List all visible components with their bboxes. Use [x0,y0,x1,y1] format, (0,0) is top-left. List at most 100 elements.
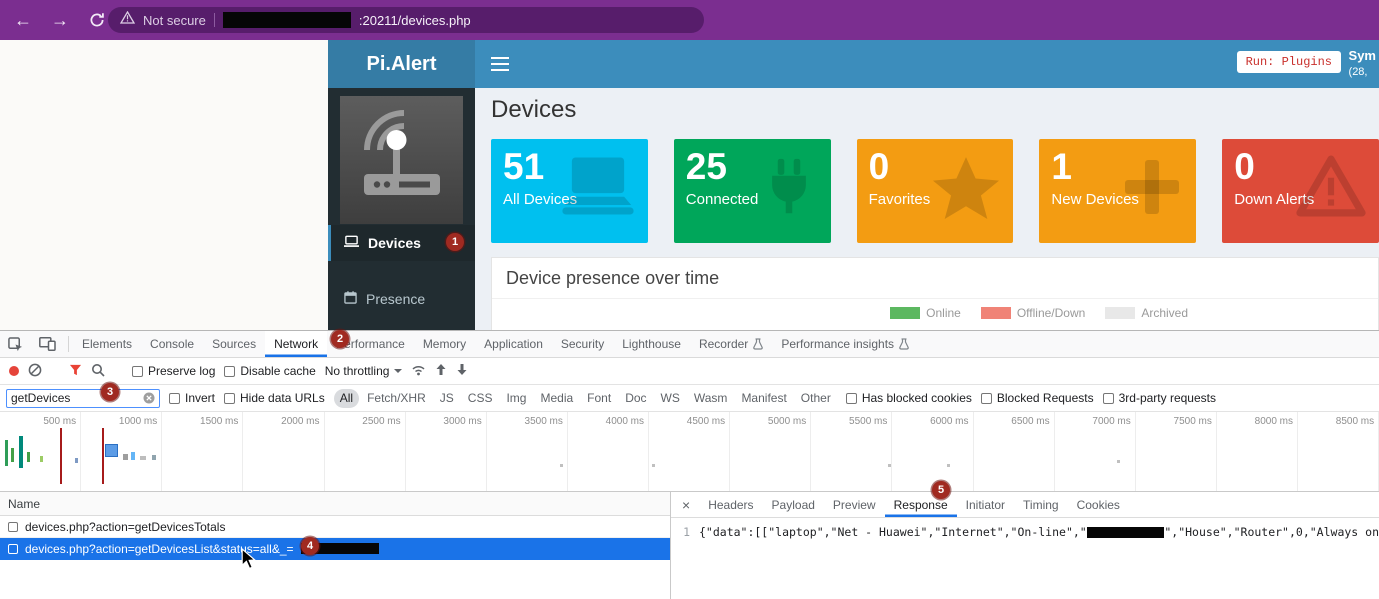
tab-security[interactable]: Security [552,331,613,357]
pill-img[interactable]: Img [500,389,532,408]
response-text: {"data":[["laptop","Net - Huawei","Inter… [699,525,1087,539]
app-logo[interactable]: Pi.Alert [328,40,475,88]
legend-label: Archived [1141,306,1188,320]
tab-application[interactable]: Application [475,331,552,357]
disable-cache-checkbox[interactable]: Disable cache [224,364,315,378]
pill-js[interactable]: JS [434,389,460,408]
filter-icon[interactable] [69,364,82,379]
pill-doc[interactable]: Doc [619,389,652,408]
requests-table: Name devices.php?action=getDevicesTotals… [0,492,671,599]
inspect-element-icon[interactable] [0,331,31,357]
checkbox[interactable] [224,366,235,377]
tab-elements[interactable]: Elements [73,331,141,357]
requests-name-header[interactable]: Name [0,492,670,516]
blocked-cookies-checkbox[interactable]: Has blocked cookies [846,391,972,405]
export-har-icon[interactable] [456,363,468,379]
stat-connected[interactable]: 25 Connected [674,139,831,243]
pill-other[interactable]: Other [795,389,837,408]
checkbox[interactable] [1103,393,1114,404]
pill-wasm[interactable]: Wasm [688,389,734,408]
legend-swatch-offline [981,307,1011,319]
tab-sources[interactable]: Sources [203,331,265,357]
legend-offline[interactable]: Offline/Down [981,306,1085,320]
timeline-tick: 4000 ms [568,412,649,491]
clear-icon[interactable] [28,363,42,380]
sidebar-item-presence[interactable]: Presence [328,281,475,317]
blocked-requests-checkbox[interactable]: Blocked Requests [981,391,1094,405]
url-separator [214,13,215,27]
timeline-activity [105,444,118,457]
tab-network[interactable]: Network [265,331,327,357]
legend-archived[interactable]: Archived [1105,306,1188,320]
timeline-tick: 6000 ms [892,412,973,491]
timeline-activity [11,448,14,462]
run-plugins-button[interactable]: Run: Plugins [1237,51,1341,73]
detail-tab-headers[interactable]: Headers [699,492,762,517]
pill-ws[interactable]: WS [655,389,686,408]
import-har-icon[interactable] [435,363,447,379]
tab-memory[interactable]: Memory [414,331,475,357]
hide-data-urls-checkbox[interactable]: Hide data URLs [224,391,325,405]
stat-new-devices[interactable]: 1 New Devices [1039,139,1196,243]
divider [68,336,69,352]
request-row[interactable]: devices.php?action=getDevicesTotals [0,516,670,538]
search-icon[interactable] [91,363,105,380]
pill-fetch-xhr[interactable]: Fetch/XHR [361,389,432,408]
forward-icon[interactable]: → [46,6,74,34]
filter-input-box[interactable] [6,389,160,408]
pill-media[interactable]: Media [534,389,579,408]
clear-filter-icon[interactable] [143,392,155,404]
pill-all[interactable]: All [334,389,359,408]
device-toolbar-icon[interactable] [31,331,64,357]
checkbox[interactable] [846,393,857,404]
timeline-tick: 7000 ms [1055,412,1136,491]
hamburger-menu-icon[interactable] [491,57,509,76]
request-row-selected[interactable]: devices.php?action=getDevicesList&status… [0,538,670,560]
user-menu[interactable]: Sym (28, [1349,48,1376,79]
timeline-activity [1117,460,1120,463]
detail-tab-cookies[interactable]: Cookies [1068,492,1129,517]
network-conditions-icon[interactable] [411,364,426,379]
detail-tab-payload[interactable]: Payload [763,492,824,517]
pill-font[interactable]: Font [581,389,617,408]
response-body[interactable]: 1 {"data":[["laptop","Net - Huawei","Int… [671,525,1379,539]
preserve-log-checkbox[interactable]: Preserve log [132,364,215,378]
legend-online[interactable]: Online [890,306,961,320]
timeline-tick: 7500 ms [1136,412,1217,491]
plug-icon [759,155,819,224]
request-type-filters: All Fetch/XHR JS CSS Img Media Font Doc … [334,389,837,408]
tab-console[interactable]: Console [141,331,203,357]
pill-manifest[interactable]: Manifest [735,389,792,408]
tab-performance-insights[interactable]: Performance insights [772,331,918,357]
checkbox[interactable] [224,393,235,404]
detail-tab-timing[interactable]: Timing [1014,492,1068,517]
tab-lighthouse[interactable]: Lighthouse [613,331,690,357]
checkbox[interactable] [132,366,143,377]
detail-tab-preview[interactable]: Preview [824,492,885,517]
checkbox[interactable] [169,393,180,404]
third-party-checkbox[interactable]: 3rd-party requests [1103,391,1216,405]
legend-label: Offline/Down [1017,306,1085,320]
address-bar[interactable]: Not secure :20211/devices.php [108,7,704,33]
throttling-dropdown[interactable]: No throttling [325,364,403,378]
stat-favorites[interactable]: 0 Favorites [857,139,1014,243]
checkbox[interactable] [981,393,992,404]
checkbox[interactable] [8,522,18,532]
timeline-tick: 3000 ms [406,412,487,491]
throttling-value: No throttling [325,364,390,378]
close-icon[interactable]: × [673,497,699,513]
record-button[interactable] [9,366,19,376]
checkbox[interactable] [8,544,18,554]
invert-checkbox[interactable]: Invert [169,391,215,405]
back-icon[interactable]: ← [9,6,37,34]
step-badge-5: 5 [932,481,950,499]
tab-recorder[interactable]: Recorder [690,331,772,357]
pill-css[interactable]: CSS [462,389,499,408]
stat-down-alerts[interactable]: 0 Down Alerts [1222,139,1379,243]
stat-all-devices[interactable]: 51 All Devices [491,139,648,243]
network-timeline-overview[interactable]: 500 ms 1000 ms 1500 ms 2000 ms 2500 ms 3… [0,412,1379,492]
sidebar-item-label: Devices [368,235,421,251]
response-text: ","House","Router",0,"Always on [1164,525,1379,539]
refresh-icon[interactable] [83,6,111,34]
detail-tab-initiator[interactable]: Initiator [957,492,1014,517]
